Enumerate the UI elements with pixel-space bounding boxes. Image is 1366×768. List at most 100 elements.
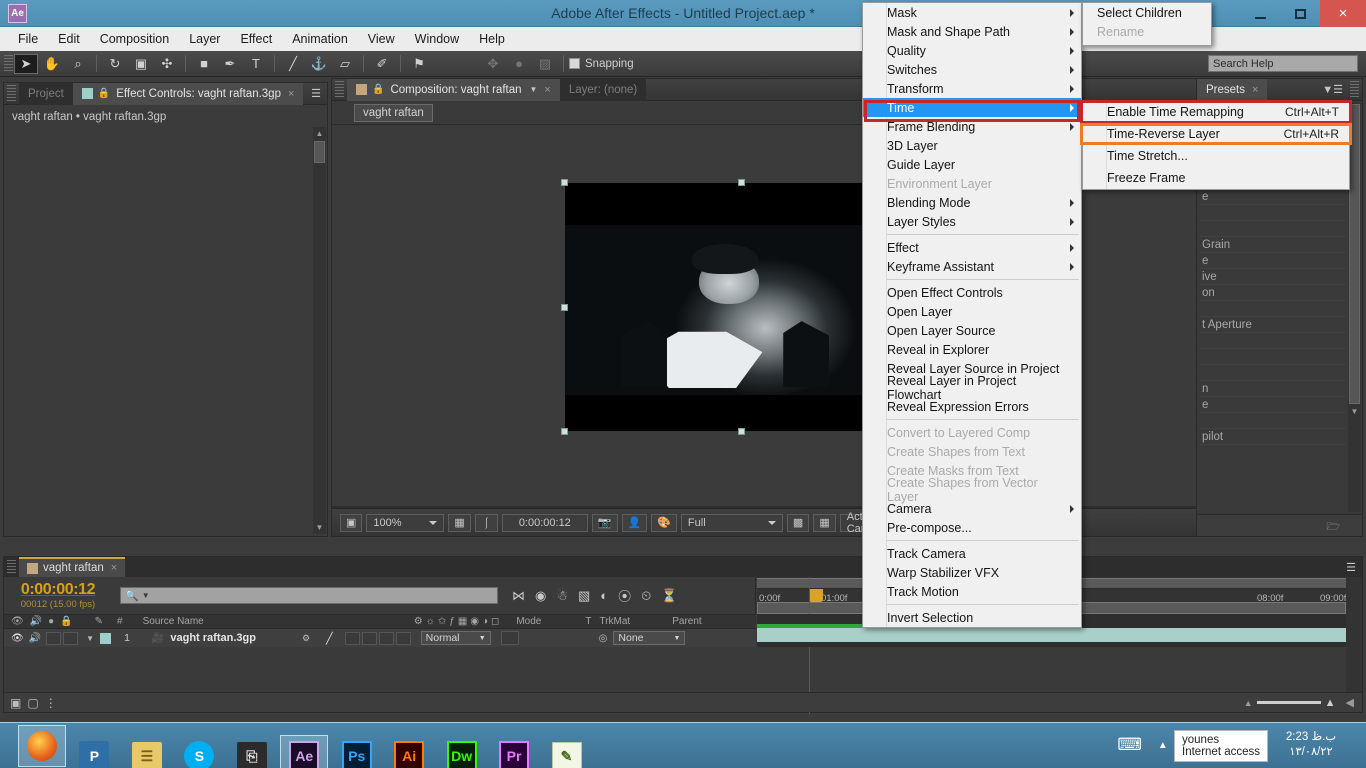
layer-parent-select[interactable]: None ▼ xyxy=(613,631,686,645)
roto-brush-tool-icon[interactable]: ✐ xyxy=(370,54,394,74)
ctx-reveal-in-explorer[interactable]: Reveal in Explorer xyxy=(863,340,1081,359)
search-help-input[interactable]: Search Help xyxy=(1208,55,1358,72)
list-item[interactable]: n xyxy=(1199,381,1346,397)
taskbar-item-illustrator[interactable]: Ai xyxy=(385,735,433,768)
timeline-settings-icon[interactable]: ⋮ xyxy=(45,696,57,710)
ctx-reveal-layer-in-project-flowchart[interactable]: Reveal Layer in Project Flowchart xyxy=(863,374,1081,402)
menu-window[interactable]: Window xyxy=(405,29,469,49)
taskbar-item-notepad[interactable]: ✎ xyxy=(543,736,591,768)
select-children-menu[interactable]: Select Children Rename xyxy=(1082,2,1212,46)
keyboard-layout-icon[interactable]: ⌨ xyxy=(1117,735,1142,755)
ctx-open-layer-source[interactable]: Open Layer Source xyxy=(863,321,1081,340)
menu-time-stretch[interactable]: Time Stretch... xyxy=(1083,145,1349,167)
ctx-quality[interactable]: Quality xyxy=(863,41,1081,60)
list-item[interactable]: e xyxy=(1199,253,1346,269)
timeline-vertical-scrollbar[interactable] xyxy=(1346,577,1362,692)
type-tool-icon[interactable]: T xyxy=(244,54,268,74)
panel-grip-icon[interactable] xyxy=(1350,80,1359,99)
list-item[interactable] xyxy=(1199,413,1346,429)
scroll-thumb[interactable] xyxy=(1349,104,1360,404)
taskbar-item-skype[interactable]: S xyxy=(175,735,223,768)
scroll-down-icon[interactable]: ▼ xyxy=(313,521,326,534)
list-item[interactable] xyxy=(1199,221,1346,237)
grid-guides-button[interactable]: ▦ xyxy=(448,513,471,532)
effect-controls-scrollbar[interactable]: ▲ xyxy=(313,127,326,534)
tab-composition[interactable]: 🔒 Composition: vaght raftan ▼ × xyxy=(347,78,560,101)
layer-switch-quality[interactable]: ╱ xyxy=(326,632,333,645)
show-snapshot-button[interactable]: 👤 xyxy=(621,513,648,532)
taskbar-item-pdf-tool[interactable]: P xyxy=(70,735,118,768)
list-item[interactable]: ive xyxy=(1199,269,1346,285)
taskbar-item-photoshop[interactable]: Ps xyxy=(333,735,381,768)
breadcrumb-comp-name[interactable]: vaght raftan xyxy=(354,103,433,122)
ctx-keyframe-assistant[interactable]: Keyframe Assistant xyxy=(863,257,1081,276)
selection-tool-icon[interactable]: ➤ xyxy=(14,53,38,74)
panel-grip-icon[interactable] xyxy=(7,560,16,574)
show-hidden-icons-icon[interactable]: ▲ xyxy=(1158,740,1168,751)
ctx-mask[interactable]: Mask xyxy=(863,3,1081,22)
comp-render-icon[interactable]: ▢ xyxy=(27,696,38,710)
parent-pickwhip-icon[interactable]: ◎ xyxy=(599,633,608,644)
scroll-down-icon[interactable]: ▼ xyxy=(1348,405,1361,418)
toggle-viewer-layout-button[interactable]: ▣ xyxy=(340,513,363,532)
layer-audio-toggle[interactable]: 🔊 xyxy=(29,633,41,644)
ctx-pre-compose[interactable]: Pre-compose... xyxy=(863,518,1081,537)
transform-handle-tc[interactable] xyxy=(738,179,745,186)
zoom-out-timeline-icon[interactable]: ▲ xyxy=(1244,698,1253,708)
list-item[interactable] xyxy=(1199,205,1346,221)
ctx-open-layer[interactable]: Open Layer xyxy=(863,302,1081,321)
layer-lock-toggle[interactable] xyxy=(63,631,79,645)
video-toggle-icon[interactable]: 👁 xyxy=(11,616,24,627)
layer-switch-3d[interactable] xyxy=(395,631,411,645)
shape-tool-icon[interactable]: ■ xyxy=(192,54,216,74)
timeline-collapse-icon[interactable]: ◀ xyxy=(1346,696,1354,709)
ctx-blending-mode[interactable]: Blending Mode xyxy=(863,193,1081,212)
ctx-time[interactable]: Time xyxy=(863,98,1081,117)
layer-video-toggle[interactable]: 👁 xyxy=(11,633,24,644)
draft-3d-icon[interactable]: ◉ xyxy=(535,588,546,604)
ctx-camera[interactable]: Camera xyxy=(863,499,1081,518)
transform-handle-tl[interactable] xyxy=(561,179,568,186)
region-interest-toggle-button[interactable]: ▩ xyxy=(786,513,810,532)
transparency-grid-button[interactable]: ▦ xyxy=(813,513,836,532)
taskbar-item-after-effects[interactable]: Ae xyxy=(280,735,329,768)
menu-layer[interactable]: Layer xyxy=(179,29,230,49)
menu-animation[interactable]: Animation xyxy=(282,29,358,49)
ctx-warp-stabilizer-vfx[interactable]: Warp Stabilizer VFX xyxy=(863,563,1081,582)
panel-menu-icon[interactable]: ☰ xyxy=(1346,561,1356,574)
taskbar-item-firefox[interactable] xyxy=(18,725,66,767)
layer-source-name[interactable]: vaght raftan.3gp xyxy=(170,632,256,644)
panel-grip-icon[interactable] xyxy=(7,84,16,103)
mask-tool-icon[interactable]: ▨ xyxy=(533,54,557,74)
ctx-open-effect-controls[interactable]: Open Effect Controls xyxy=(863,283,1081,302)
layer-switch-frameblend[interactable] xyxy=(361,631,377,645)
rotation-tool-icon[interactable]: ↻ xyxy=(103,54,127,74)
menu-file[interactable]: File xyxy=(8,29,48,49)
list-item[interactable]: on xyxy=(1199,285,1346,301)
snapping-checkbox[interactable] xyxy=(569,58,580,69)
close-tab-icon[interactable]: × xyxy=(1252,84,1258,96)
region-of-interest-button[interactable]: ⎰ xyxy=(474,513,498,532)
transform-handle-bl[interactable] xyxy=(561,428,568,435)
transform-handle-bc[interactable] xyxy=(738,428,745,435)
camera-tool-icon[interactable]: ▣ xyxy=(129,54,153,74)
taskbar-item-dreamweaver[interactable]: Dw xyxy=(438,735,486,768)
tab-layer[interactable]: Layer: (none) xyxy=(559,78,647,101)
menu-composition[interactable]: Composition xyxy=(90,29,179,49)
chevron-down-icon[interactable]: ▼ xyxy=(530,85,538,94)
current-time-display[interactable]: 0:00:00:12 xyxy=(501,513,588,532)
ctx-track-camera[interactable]: Track Camera xyxy=(863,544,1081,563)
ctx-track-motion[interactable]: Track Motion xyxy=(863,582,1081,601)
tab-project[interactable]: Project xyxy=(19,82,73,105)
list-item[interactable]: t Aperture xyxy=(1199,317,1346,333)
timeline-current-time[interactable]: 0:00:00:12 xyxy=(4,581,112,599)
list-item[interactable]: e xyxy=(1199,189,1346,205)
menu-time-reverse-layer[interactable]: Time-Reverse Layer Ctrl+Alt+R xyxy=(1083,123,1349,145)
close-tab-icon[interactable]: × xyxy=(544,84,550,96)
ctx-guide-layer[interactable]: Guide Layer xyxy=(863,155,1081,174)
close-tab-icon[interactable]: × xyxy=(288,88,294,100)
ctx-reveal-expression-errors[interactable]: Reveal Expression Errors xyxy=(863,397,1081,416)
audio-toggle-icon[interactable]: 🔊 xyxy=(30,616,42,627)
lock-icon[interactable]: 🔒 xyxy=(372,84,384,95)
zoom-level-select[interactable]: 100% xyxy=(366,513,445,532)
